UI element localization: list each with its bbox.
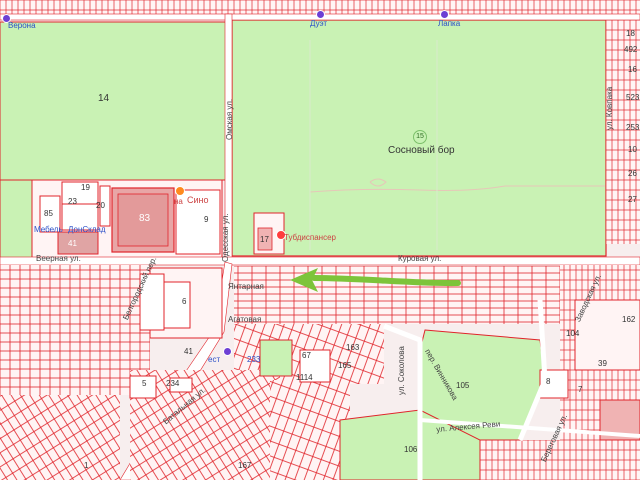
lots-center-north — [234, 266, 606, 324]
poi-verona[interactable]: Верона — [8, 22, 36, 30]
lots-east — [560, 265, 640, 480]
block-83: 83 — [139, 213, 151, 224]
poi-tubdispanser[interactable]: Тубдиспансер — [284, 234, 336, 242]
poi-duet[interactable]: Дуэт — [310, 20, 327, 28]
street-kovpaka: ул. Ковпака — [605, 86, 614, 130]
green-square-small — [259, 339, 293, 377]
block-23: 23 — [68, 197, 77, 206]
block-41: 41 — [68, 239, 77, 248]
block-8: 8 — [546, 377, 551, 386]
block-9: 9 — [204, 215, 209, 224]
street-agatovaya: Агатовая — [228, 315, 262, 324]
block-106: 106 — [404, 445, 418, 454]
block-26: 26 — [628, 169, 637, 178]
block-14: 14 — [98, 93, 110, 104]
block-17: 17 — [260, 235, 269, 244]
block-7: 7 — [578, 385, 583, 394]
block-1: 1 — [84, 461, 89, 470]
poi-donsklad[interactable]: ДонСклад — [68, 226, 106, 234]
street-veernaya: Веерная ул. — [36, 254, 81, 263]
lots-south — [270, 380, 350, 480]
road-veernaya — [0, 256, 640, 266]
poi-pitstop[interactable]: ест — [208, 356, 220, 364]
green-area-left-lower — [0, 179, 33, 259]
street-sokolova: ул. Соколова — [397, 346, 406, 395]
block-18: 18 — [626, 29, 635, 38]
lots-west — [0, 265, 150, 395]
block-41b: 41 — [184, 347, 193, 356]
block-19: 19 — [81, 183, 90, 192]
block-27: 27 — [628, 195, 637, 204]
block-16: 16 — [628, 65, 637, 74]
bus-number[interactable]: 233 — [247, 356, 260, 364]
poi-sino[interactable]: Сино — [187, 196, 209, 205]
block-165: 165 — [338, 361, 352, 370]
bus-stop-icon[interactable] — [223, 347, 232, 356]
poi-lapka[interactable]: Лапка — [438, 20, 460, 28]
park-name[interactable]: Сосновый бор — [388, 146, 455, 156]
purple-poi-pin-icon[interactable] — [316, 10, 325, 19]
block-492: 492 — [624, 45, 638, 54]
block-234: 234 — [166, 379, 180, 388]
street-kurovaya: Куровая ул. — [398, 254, 442, 263]
block-253: 253 — [626, 123, 640, 132]
block-162: 162 — [622, 315, 636, 324]
park-badge-icon: 15 — [413, 130, 427, 144]
block-85: 85 — [44, 209, 53, 218]
lots-west-lower — [0, 395, 120, 480]
street-yantarnaya: Янтарная — [228, 282, 264, 291]
block-67: 67 — [302, 351, 311, 360]
block-167: 167 — [238, 461, 252, 470]
block-5: 5 — [142, 379, 147, 388]
block-39: 39 — [598, 359, 607, 368]
poi-mebel[interactable]: Мебель — [34, 226, 63, 234]
block-10: 10 — [628, 145, 637, 154]
street-odesskaya: Одесская ул. — [221, 213, 230, 262]
block-1114: 1114 — [296, 373, 313, 382]
green-area-14 — [0, 21, 227, 181]
block-523: 523 — [626, 93, 640, 102]
block-20: 20 — [96, 201, 105, 210]
purple-poi-pin-icon[interactable] — [440, 10, 449, 19]
block-163: 163 — [346, 343, 360, 352]
block-104: 104 — [566, 329, 580, 338]
orange-poi-pin-icon[interactable] — [175, 186, 185, 196]
block-6: 6 — [182, 297, 187, 306]
street-omskaya: Омская ул. — [225, 98, 234, 140]
block-105: 105 — [456, 381, 470, 390]
poi-sino-prefix: на — [174, 197, 183, 206]
